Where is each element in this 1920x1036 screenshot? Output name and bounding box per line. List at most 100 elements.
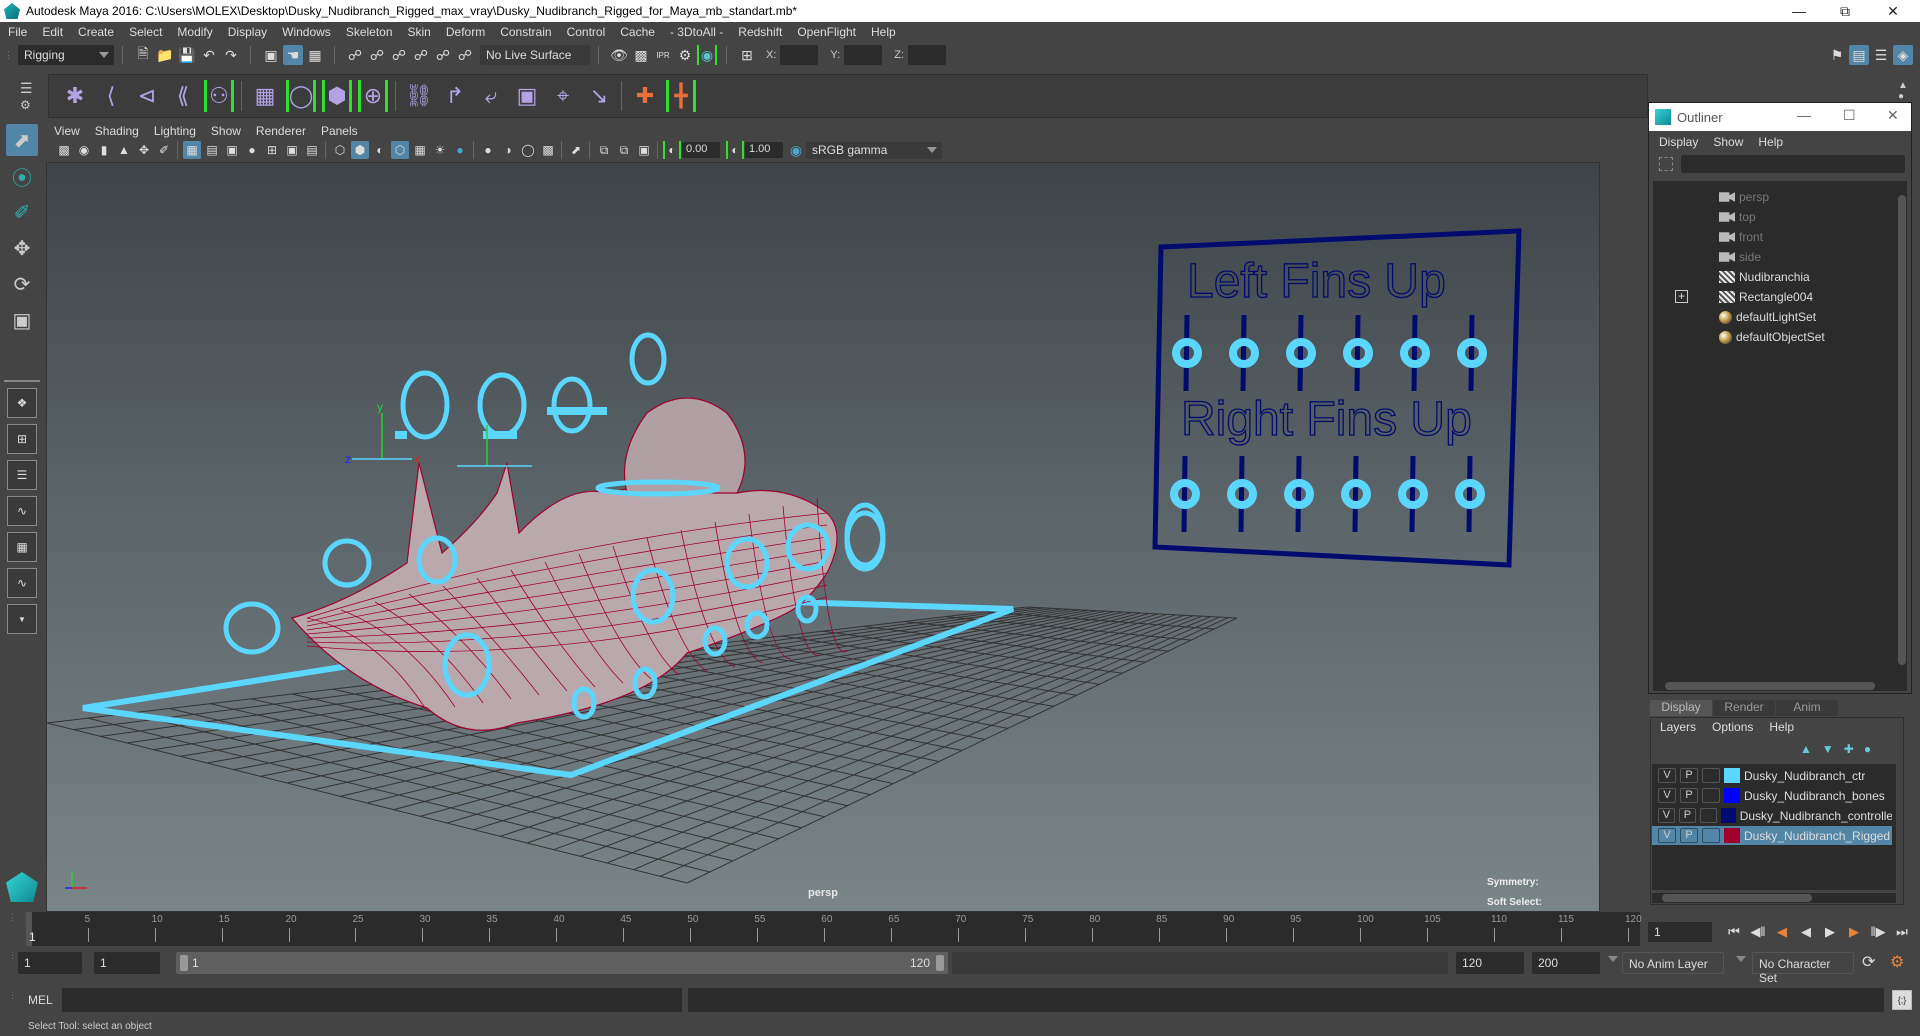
redo-icon[interactable]: ↷ [221,45,241,65]
gamma-input[interactable]: 1.00 [745,142,783,158]
xray-icon[interactable]: ⧉ [595,141,613,159]
snap-surface-icon[interactable]: ☍ [433,45,453,65]
textured-icon[interactable]: ▦ [411,141,429,159]
color-management-icon[interactable]: ◉ [787,141,805,159]
outliner-item[interactable]: defaultObjectSet [1653,327,1897,347]
default-material-icon[interactable]: ◐ [371,141,389,159]
viewport-menu-view[interactable]: View [54,124,80,138]
layout-more-icon[interactable]: ▼ [7,604,37,634]
outliner-vscrollbar[interactable] [1897,181,1907,691]
safe-title-icon[interactable]: ▤ [303,141,321,159]
outliner-item[interactable]: persp [1653,187,1897,207]
orient-constraint-icon[interactable]: ⤶ [476,80,506,112]
mel-label[interactable]: MEL [28,993,53,1007]
scale-constraint-icon[interactable]: ▣ [512,80,542,112]
snap-curve-icon[interactable]: ☍ [367,45,387,65]
playback-toggle[interactable]: P [1680,828,1698,843]
viewport-menu-shading[interactable]: Shading [95,124,139,138]
undo-icon[interactable]: ↶ [199,45,219,65]
viewport-menu-panels[interactable]: Panels [321,124,358,138]
menu-help[interactable]: Help [871,25,896,39]
playback-toggle[interactable]: P [1678,808,1696,823]
step-forward-frame-icon[interactable]: ‖▶ [1868,922,1888,942]
layers-menu[interactable]: Layers [1660,720,1696,734]
layer-color-swatch[interactable] [1720,808,1736,823]
layer-color-swatch[interactable] [1724,828,1740,843]
minimize-icon[interactable]: — [1797,107,1811,123]
character-set-dropdown-arrow[interactable] [1736,956,1746,962]
smooth-shade-icon[interactable]: ⬢ [351,141,369,159]
menu-modify[interactable]: Modify [177,25,212,39]
point-constraint-icon[interactable]: ↱ [440,80,470,112]
layer-row[interactable]: V P Dusky_Nudibranch_controllers [1652,806,1892,825]
menu-skin[interactable]: Skin [408,25,431,39]
ipr-render-icon[interactable]: IPR [653,45,673,65]
menu-redshift[interactable]: Redshift [738,25,782,39]
playback-toggle[interactable]: P [1680,768,1698,783]
step-forward-key-icon[interactable]: ▶ [1844,922,1864,942]
filter-icon[interactable] [1659,157,1673,171]
menu-control[interactable]: Control [567,25,606,39]
ik-handle-icon[interactable]: ⟨ [96,80,126,112]
exposure-input[interactable]: 0.00 [682,142,720,158]
layer-color-swatch[interactable] [1724,768,1740,783]
outliner-item[interactable]: Nudibranchia [1653,267,1897,287]
channel-box-icon[interactable]: ◈ [1893,45,1913,65]
isolate-select-icon[interactable]: ⬈ [567,141,585,159]
visibility-toggle[interactable]: V [1658,768,1676,783]
outliner-item[interactable]: front [1653,227,1897,247]
hypershade-icon[interactable]: ◉ [697,45,717,65]
playback-start-input[interactable]: 1 [94,952,160,974]
gamma-icon[interactable]: ◐ [726,141,744,159]
outliner-search-input[interactable] [1681,155,1905,173]
play-backwards-icon[interactable]: ◀ [1796,922,1816,942]
new-layer-selected-icon[interactable]: ● [1864,742,1871,756]
camera-attributes-icon[interactable]: ◉ [75,141,93,159]
locator-icon[interactable]: ✚ [630,80,660,112]
joint-tool-icon[interactable]: ✱ [60,80,90,112]
live-surface-field[interactable]: No Live Surface [480,45,590,65]
hypershade-persp-layout-icon[interactable]: ▦ [7,532,37,562]
render-settings-icon[interactable]: ⚙ [675,45,695,65]
perspective-viewport[interactable]: y z x Left Fins Up Right Fins Up Symmetr… [46,162,1600,912]
bookmark-icon[interactable]: ▮ [95,141,113,159]
rotate-tool-icon[interactable]: ⟳ [6,268,38,300]
y-input[interactable] [844,45,883,65]
open-scene-icon[interactable]: 📁 [155,45,175,65]
move-layer-up-icon[interactable]: ▲ [1800,742,1812,756]
outliner-item[interactable]: defaultLightSet [1653,307,1897,327]
outliner-item[interactable]: top [1653,207,1897,227]
x-input[interactable] [780,45,819,65]
outliner-title-bar[interactable]: Outliner — ☐ ✕ [1649,103,1911,131]
viewport-menu-lighting[interactable]: Lighting [154,124,196,138]
insert-joint-icon[interactable]: ⟪ [168,80,198,112]
select-object-icon[interactable]: ☚ [283,45,303,65]
current-frame-input[interactable]: 1 [1648,922,1712,942]
screen-space-ao-icon[interactable]: ● [479,141,497,159]
2d-pan-zoom-icon[interactable]: ✥ [135,141,153,159]
transform-input-icon[interactable]: ⊞ [737,45,757,65]
tool-settings-icon[interactable]: ☰ [1871,45,1891,65]
step-back-frame-icon[interactable]: ◀‖ [1748,922,1768,942]
options-menu[interactable]: Options [1712,720,1753,734]
wireframe-icon[interactable]: ⬡ [331,141,349,159]
range-slider[interactable]: 1 120 [176,952,948,974]
cluster-icon[interactable]: ⊕ [358,80,388,112]
graph-persp-layout-icon[interactable]: ∿ [7,496,37,526]
scene-canvas[interactable]: y z x Left Fins Up Right Fins Up [47,163,1600,912]
menu-constrain[interactable]: Constrain [500,25,551,39]
shelf-settings-icon[interactable]: ⚙ [20,98,32,112]
wireframe-on-shaded-icon[interactable]: ⬡ [391,141,409,159]
menu-select[interactable]: Select [129,25,162,39]
grid-icon[interactable]: ▦ [183,141,201,159]
time-slider[interactable]: 1 5 10 15 20 25 30 35 40 45 50 55 60 65 70 75 80 85 90 95 1… [26,912,1642,946]
lattice-icon[interactable]: ⬢ [322,80,352,112]
tab-display[interactable]: Display [1650,700,1712,716]
depth-of-field-icon[interactable]: ▩ [539,141,557,159]
safe-action-icon[interactable]: ▣ [283,141,301,159]
snap-grid-icon[interactable]: ☍ [345,45,365,65]
minimize-icon[interactable]: — [1776,0,1822,22]
gate-mask-icon[interactable]: ● [243,141,261,159]
tab-render[interactable]: Render [1713,700,1775,716]
use-all-lights-icon[interactable]: ☀ [431,141,449,159]
